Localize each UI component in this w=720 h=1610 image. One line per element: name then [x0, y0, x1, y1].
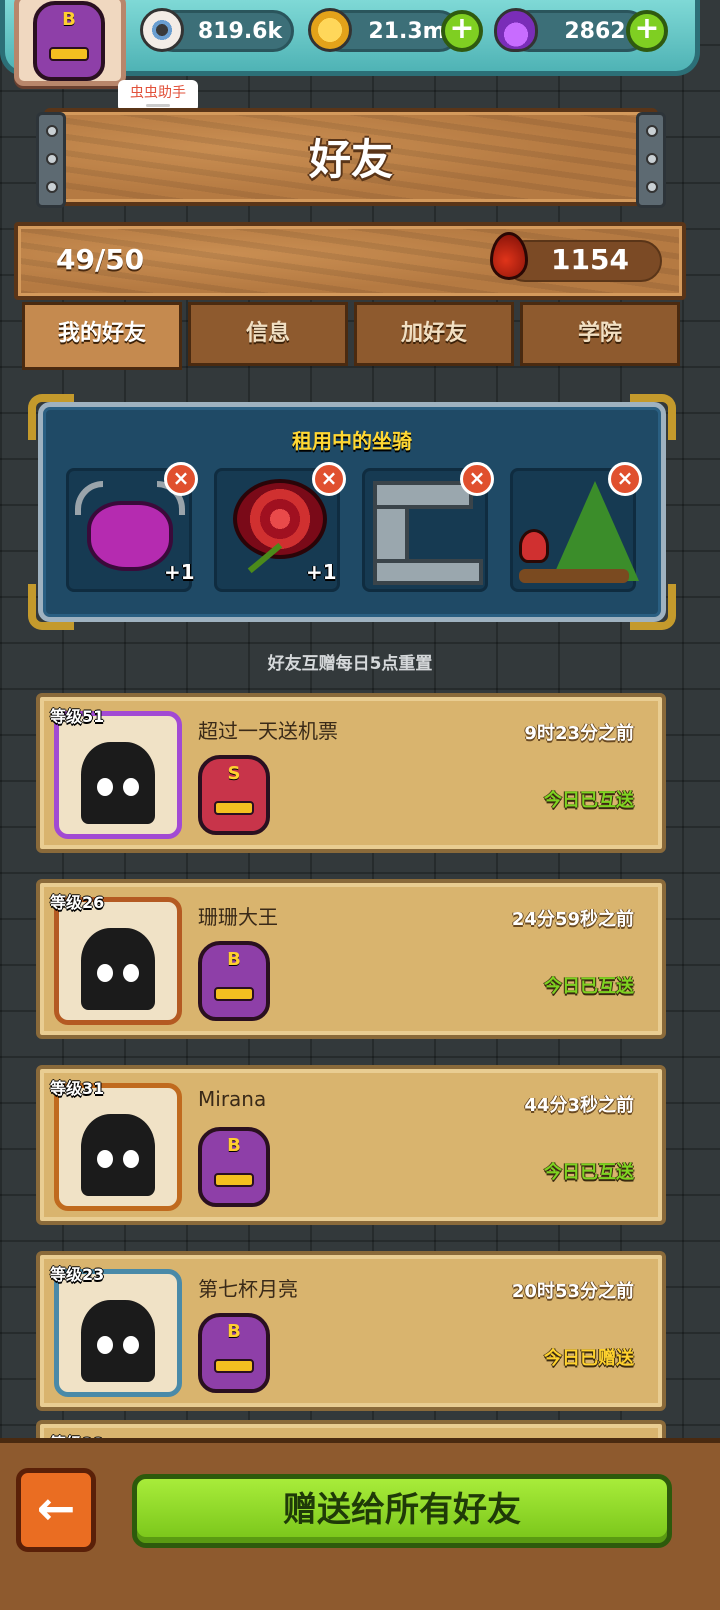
- blood-value: 1154: [551, 243, 629, 276]
- remove-mount-4-button[interactable]: ×: [608, 462, 642, 496]
- portrait-eye-left: [97, 1150, 113, 1168]
- portrait-eye-right: [123, 778, 139, 796]
- friend-level: 等级51: [50, 707, 105, 726]
- tree-base: [519, 569, 629, 583]
- potion-icon: [494, 8, 538, 52]
- player-rank-badge: B: [33, 1, 105, 81]
- friend-level: 等级31: [50, 1079, 105, 1098]
- friend-name: 珊珊大王: [198, 905, 278, 929]
- friend-portrait-icon: [81, 1114, 155, 1196]
- page-title: 好友: [308, 135, 393, 184]
- gift-status: 今日已赠送: [544, 1348, 634, 1369]
- portrait-eye-right: [123, 1336, 139, 1354]
- portrait-eye-left: [97, 778, 113, 796]
- friend-name: 超过一天送机票: [198, 719, 338, 743]
- friend-name: Mirana: [198, 1087, 267, 1111]
- tab-add-friend[interactable]: 加好友: [354, 302, 514, 366]
- friend-last-online: 44分3秒之前: [524, 1095, 634, 1116]
- arrow-left-icon: ←: [36, 1481, 76, 1535]
- remove-mount-1-button[interactable]: ×: [164, 462, 198, 496]
- gift-status: 今日已互送: [544, 1162, 634, 1183]
- friend-portrait-icon: [81, 1300, 155, 1382]
- gift-all-friends-button[interactable]: 赠送给所有好友: [132, 1474, 672, 1548]
- player-avatar[interactable]: B: [14, 0, 126, 86]
- friend-level: 等级23: [50, 1265, 105, 1284]
- add-gold-button[interactable]: +: [441, 10, 483, 52]
- machine-top-arm: [373, 481, 473, 509]
- tab-my-friends[interactable]: 我的好友: [22, 302, 182, 370]
- friend-avatar[interactable]: [54, 897, 182, 1025]
- remove-mount-2-button[interactable]: ×: [312, 462, 346, 496]
- back-button[interactable]: ←: [16, 1468, 96, 1552]
- portrait-eye-right: [123, 964, 139, 982]
- friend-rank-badge: B: [198, 1127, 270, 1207]
- portrait-eye-right: [123, 1150, 139, 1168]
- portrait-eye-left: [97, 1336, 113, 1354]
- friend-last-online: 9时23分之前: [524, 723, 634, 744]
- portrait-eye-left: [97, 964, 113, 982]
- tab-messages[interactable]: 信息: [188, 302, 348, 366]
- friend-level: 等级26: [50, 893, 105, 912]
- mounts-title: 租用中的坐骑: [292, 429, 412, 453]
- friend-avatar[interactable]: [54, 1269, 182, 1397]
- machine-base: [373, 559, 483, 585]
- friend-last-online: 24分59秒之前: [511, 909, 634, 930]
- tab-academy[interactable]: 学院: [520, 302, 680, 366]
- mount-1-bonus: +1: [164, 560, 195, 584]
- eyeball-icon: [140, 8, 184, 52]
- gold-coin-icon: [308, 8, 352, 52]
- mount-2-bonus: +1: [306, 560, 337, 584]
- rank-letter: S: [227, 763, 241, 784]
- rank-letter: B: [227, 949, 241, 970]
- friend-portrait-icon: [81, 928, 155, 1010]
- panel-corner-bottom-left: [28, 584, 74, 630]
- friend-avatar[interactable]: [54, 711, 182, 839]
- remove-mount-3-button[interactable]: ×: [460, 462, 494, 496]
- friend-last-online: 20时53分之前: [511, 1281, 634, 1302]
- santa-figure: [519, 529, 549, 563]
- gift-status: 今日已互送: [544, 976, 634, 997]
- gift-status: 今日已互送: [544, 790, 634, 811]
- monster-horn-left: [75, 481, 103, 515]
- panel-corner-bottom-right: [630, 584, 676, 630]
- friend-rank-badge: B: [198, 941, 270, 1021]
- friend-rank-badge: S: [198, 755, 270, 835]
- rank-letter: B: [227, 1321, 241, 1342]
- friend-rank-badge: B: [198, 1313, 270, 1393]
- friend-name: 第七杯月亮: [198, 1277, 298, 1301]
- friend-avatar[interactable]: [54, 1083, 182, 1211]
- friend-count: 49/50: [56, 243, 145, 276]
- friend-portrait-icon: [81, 742, 155, 824]
- rank-letter: B: [227, 1135, 241, 1156]
- daily-reset-note: 好友互赠每日5点重置: [267, 654, 433, 674]
- add-potion-button[interactable]: +: [626, 10, 668, 52]
- christmas-tree-icon: [551, 481, 639, 581]
